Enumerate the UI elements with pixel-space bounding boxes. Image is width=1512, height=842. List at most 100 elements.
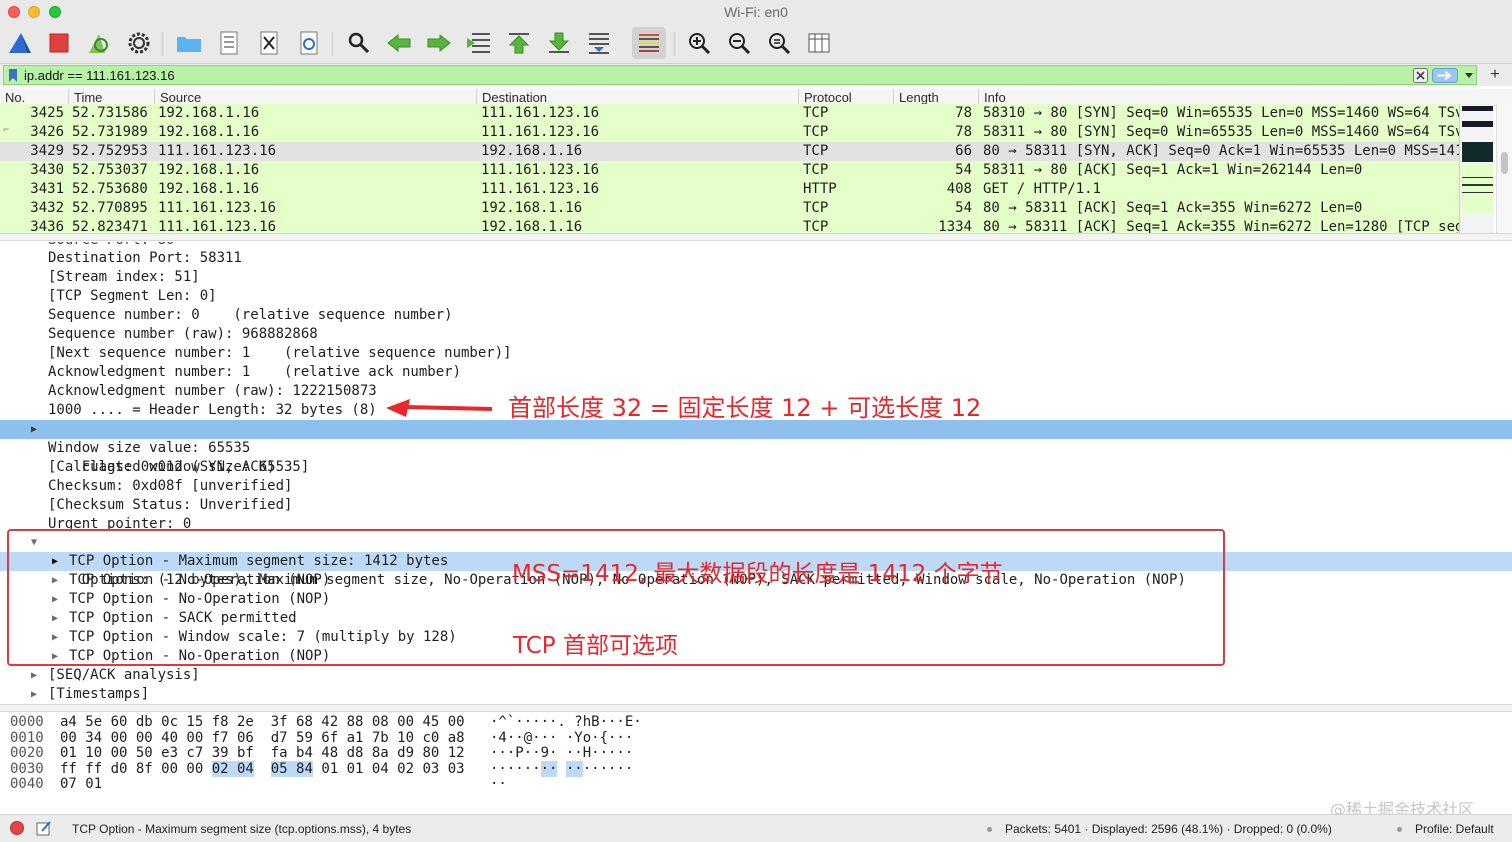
cell-info: 58311 → 80 [SYN] Seq=0 Win=65535 Len=0 M… — [983, 124, 1459, 140]
cell-destination: 111.161.123.16 — [481, 105, 600, 121]
detail-line[interactable]: [Checksum Status: Unverified] — [0, 496, 1512, 515]
detail-tree-label: [Timestamps] — [48, 686, 150, 702]
reload-icon[interactable] — [294, 28, 324, 58]
cell-info: 58310 → 80 [SYN] Seq=0 Win=65535 Len=0 M… — [983, 105, 1459, 121]
folder-open-icon[interactable] — [174, 28, 204, 58]
bytes-offset: 0030 — [10, 760, 44, 777]
cell-info: 80 → 58311 [ACK] Seq=1 Ack=355 Win=6272 … — [983, 200, 1363, 216]
capture-status-icon[interactable] — [10, 821, 24, 835]
detail-line[interactable]: Acknowledgment number: 1 (relative ack n… — [0, 363, 1512, 382]
packet-row[interactable]: 3431 52.753680 192.168.1.16 111.161.123.16 H… — [0, 180, 1460, 199]
autoscroll-icon[interactable] — [584, 28, 614, 58]
packet-row[interactable]: 3426 52.731989 192.168.1.16 111.161.123.16 T… — [0, 123, 1460, 142]
detail-line[interactable]: [Next sequence number: 1 (relative seque… — [0, 344, 1512, 363]
bytes-row[interactable]: 0020 01 10 00 50 e3 c7 39 bf fa b4 48 d8 … — [0, 745, 700, 761]
bytes-row[interactable]: 0010 00 34 00 00 40 00 f7 06 d7 59 6f a1 … — [0, 730, 700, 746]
packet-row[interactable]: 3425 52.731586 192.168.1.16 111.161.123.16 T… — [0, 104, 1460, 123]
pane-splitter[interactable] — [0, 233, 1512, 241]
pane-splitter[interactable] — [0, 704, 1512, 712]
scrollbar-thumb[interactable] — [1501, 152, 1508, 174]
jump-to-icon[interactable] — [464, 28, 494, 58]
filter-history-dropdown-icon[interactable] — [1463, 69, 1475, 81]
bytes-ascii: ·· — [490, 776, 507, 793]
hex-segment: ff ff d0 8f 00 00 — [60, 760, 212, 777]
cell-time: 52.731989 — [72, 124, 148, 140]
go-first-icon[interactable] — [504, 28, 534, 58]
file-save-icon[interactable] — [214, 28, 244, 58]
arrow-forward-icon[interactable] — [424, 28, 454, 58]
shark-fin-start-icon[interactable] — [5, 28, 35, 58]
cell-no: 3432 — [30, 200, 64, 216]
zoom-reset-icon[interactable] — [764, 28, 794, 58]
zoom-out-icon[interactable] — [724, 28, 754, 58]
display-filter-bar: ip.addr == 111.161.123.16 + — [0, 64, 1512, 86]
add-filter-button[interactable]: + — [1486, 64, 1504, 86]
hex-segment: a4 5e 60 db 0c 15 f8 2e — [60, 714, 254, 730]
go-last-icon[interactable] — [544, 28, 574, 58]
cell-protocol: TCP — [803, 200, 829, 216]
toolbar-separator — [674, 32, 675, 56]
bookmark-icon[interactable] — [8, 68, 18, 83]
cell-no: 3431 — [30, 181, 64, 197]
cell-no: 3426 — [30, 124, 64, 140]
main-toolbar — [0, 24, 1512, 64]
detail-tree-row[interactable]: ▶ [Timestamps] — [0, 685, 1512, 704]
bytes-row[interactable]: 0000 a4 5e 60 db 0c 15 f8 2e 3f 68 42 88 … — [0, 714, 700, 730]
ascii-highlight: ·· — [565, 760, 583, 777]
bytes-ascii: ········ ········ — [490, 760, 633, 777]
expand-triangle-icon[interactable]: ▶ — [27, 666, 41, 685]
related-packet-icon: ⌐ — [3, 125, 10, 136]
expand-triangle-icon[interactable]: ▶ — [27, 420, 41, 439]
restart-fin-icon[interactable] — [84, 28, 114, 58]
expand-triangle-icon[interactable]: ▶ — [27, 685, 41, 704]
detail-line[interactable]: Destination Port: 58311 — [0, 249, 1512, 268]
detail-line[interactable]: Window size value: 65535 — [0, 439, 1512, 458]
status-profile[interactable]: Profile: Default — [1415, 822, 1494, 836]
clear-filter-icon[interactable] — [1413, 68, 1428, 83]
stop-square-icon[interactable] — [44, 28, 74, 58]
packet-list-scrollbar[interactable] — [1496, 104, 1512, 234]
hex-segment: 00 34 00 00 40 00 f7 06 — [60, 729, 254, 746]
packet-minimap[interactable] — [1459, 104, 1494, 234]
status-packets: Packets: 5401 · Displayed: 2596 (48.1%) … — [1005, 822, 1332, 836]
detail-line[interactable]: Checksum: 0xd08f [unverified] — [0, 477, 1512, 496]
detail-line[interactable]: Sequence number: 0 (relative sequence nu… — [0, 306, 1512, 325]
packet-bytes-pane: 0000 a4 5e 60 db 0c 15 f8 2e 3f 68 42 88 … — [0, 712, 1512, 814]
bytes-hex: 07 01 — [60, 776, 119, 792]
packet-row[interactable]: 3432 52.770895 111.161.123.16 192.168.1.16 T… — [0, 199, 1460, 218]
arrow-back-icon[interactable] — [384, 28, 414, 58]
cell-source: 192.168.1.16 — [158, 124, 260, 140]
gear-options-icon[interactable] — [124, 28, 154, 58]
cell-length: 66 — [955, 143, 972, 159]
apply-filter-arrow-icon[interactable] — [1432, 68, 1458, 83]
bytes-ascii: ·4··@··· ·Yo·{··· — [490, 729, 634, 746]
bytes-row[interactable]: 0040 07 01 ·· — [0, 776, 700, 792]
ascii-highlight: ·· — [540, 760, 558, 777]
status-bar: TCP Option - Maximum segment size (tcp.o… — [0, 814, 1512, 842]
packet-row[interactable]: 3430 52.753037 192.168.1.16 111.161.123.16 T… — [0, 161, 1460, 180]
annotation-options-title: TCP 首部可选项 — [513, 633, 678, 659]
resize-columns-icon[interactable] — [804, 28, 834, 58]
status-dot-icon — [1397, 827, 1402, 832]
detail-line[interactable]: [Stream index: 51] — [0, 268, 1512, 287]
bytes-hex: 00 34 00 00 40 00 f7 06 d7 59 6f a1 7b 1… — [60, 730, 465, 746]
cell-destination: 111.161.123.16 — [481, 124, 600, 140]
detail-line[interactable]: Sequence number (raw): 968882868 — [0, 325, 1512, 344]
cell-time: 52.753037 — [72, 162, 148, 178]
zoom-in-icon[interactable] — [684, 28, 714, 58]
display-filter-input[interactable]: ip.addr == 111.161.123.16 — [3, 65, 1477, 85]
detail-tree-row[interactable]: ▶ [SEQ/ACK analysis] — [0, 666, 1512, 685]
bytes-offset: 0020 — [10, 745, 44, 762]
detail-line[interactable]: [TCP Segment Len: 0] — [0, 287, 1512, 306]
edit-comment-icon[interactable] — [36, 820, 52, 836]
packet-row[interactable]: 3429 52.752953 111.161.123.16 192.168.1.16 T… — [0, 142, 1460, 161]
bytes-row[interactable]: 0030 ff ff d0 8f 00 00 02 04 05 84 01 01 … — [0, 760, 700, 777]
cell-protocol: TCP — [803, 162, 829, 178]
annotation-header-length: 首部长度 32 = 固定长度 12 + 可选长度 12 — [508, 394, 982, 422]
cell-source: 111.161.123.16 — [158, 200, 277, 216]
search-icon[interactable] — [344, 28, 374, 58]
colorize-icon[interactable] — [632, 27, 666, 59]
hex-segment: d7 59 6f a1 7b 10 c0 a8 — [270, 729, 465, 746]
detail-line[interactable]: [Calculated window size: 65535] — [0, 458, 1512, 477]
close-file-icon[interactable] — [254, 28, 284, 58]
